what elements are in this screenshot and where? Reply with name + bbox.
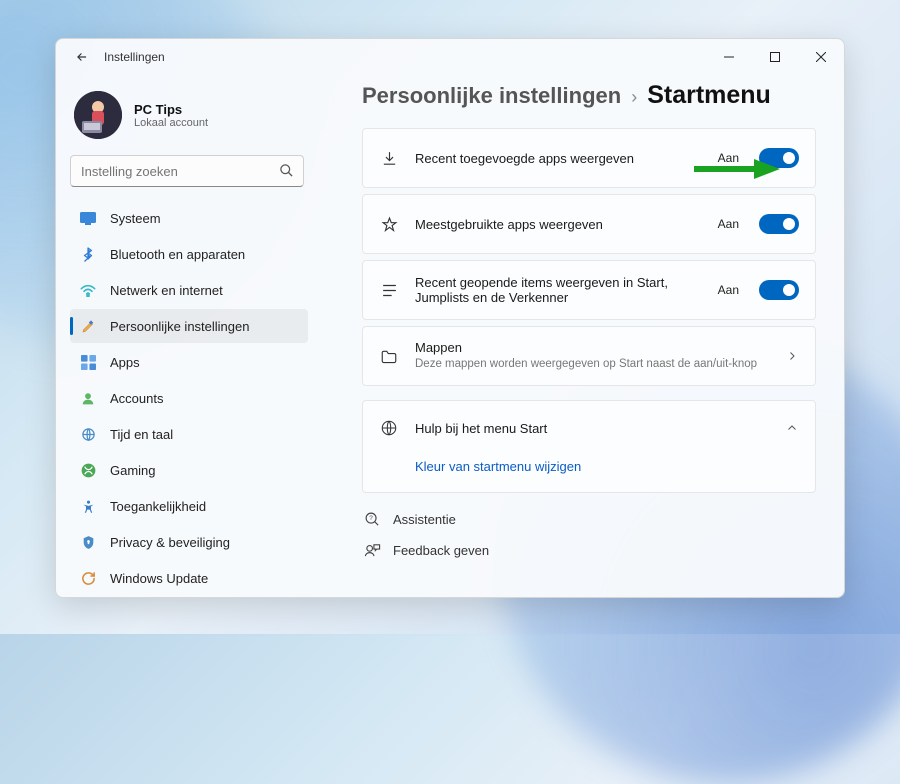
sidebar-item-label: Privacy & beveiliging [110,535,230,550]
toggle-recent-apps[interactable] [759,148,799,168]
star-icon [379,216,399,233]
close-icon [816,52,826,62]
close-button[interactable] [798,39,844,75]
sidebar-item-windows-update[interactable]: Windows Update [70,561,308,595]
toggle-state: Aan [718,217,739,231]
footer-link-label: Feedback geven [393,543,489,558]
main-panel: Persoonlijke instellingen › Startmenu Re… [314,75,844,597]
sidebar-item-label: Bluetooth en apparaten [110,247,245,262]
sidebar-item-bluetooth[interactable]: Bluetooth en apparaten [70,237,308,271]
sidebar-item-accessibility[interactable]: Toegankelijkheid [70,489,308,523]
sidebar-item-label: Gaming [110,463,156,478]
sidebar-item-label: Toegankelijkheid [110,499,206,514]
setting-recent-apps: Recent toegevoegde apps weergeven Aan [362,128,816,188]
wifi-icon [80,282,96,298]
setting-most-used: Meestgebruikte apps weergeven Aan [362,194,816,254]
search-wrap [70,155,304,187]
toggle-state: Aan [718,283,739,297]
page-title: Startmenu [647,81,771,110]
sidebar-item-label: Persoonlijke instellingen [110,319,249,334]
setting-title: Meestgebruikte apps weergeven [415,217,702,232]
setting-title: Recent toegevoegde apps weergeven [415,151,702,166]
maximize-button[interactable] [752,39,798,75]
footer-feedback[interactable]: Feedback geven [364,542,816,559]
minimize-icon [724,52,734,62]
toggle-state: Aan [718,151,739,165]
update-icon [80,570,96,586]
setting-title: Mappen [415,340,769,355]
help-card: Hulp bij het menu Start Kleur van startm… [362,400,816,493]
sidebar-item-label: Tijd en taal [110,427,173,442]
assist-icon: ? [364,511,381,528]
sidebar-item-label: Windows Update [110,571,208,586]
search-input[interactable] [70,155,304,187]
shield-icon [80,534,96,550]
toggle-recent-items[interactable] [759,280,799,300]
sidebar-item-system[interactable]: Systeem [70,201,308,235]
sidebar-item-label: Apps [110,355,140,370]
window-title: Instellingen [104,50,165,64]
setting-subtitle: Deze mappen worden weergegeven op Start … [415,357,769,372]
breadcrumb-separator: › [631,87,637,108]
titlebar: Instellingen [56,39,844,75]
globe-help-icon [379,419,399,437]
accessibility-icon [80,498,96,514]
download-icon [379,150,399,167]
xbox-icon [80,462,96,478]
minimize-button[interactable] [706,39,752,75]
sidebar-item-accounts[interactable]: Accounts [70,381,308,415]
sidebar-item-gaming[interactable]: Gaming [70,453,308,487]
avatar [74,91,122,139]
help-title: Hulp bij het menu Start [415,421,769,436]
globe-clock-icon [80,426,96,442]
breadcrumb: Persoonlijke instellingen › Startmenu [362,81,816,110]
content-area: PC Tips Lokaal account Systeem Bluetooth… [56,75,844,597]
feedback-icon [364,542,381,559]
list-icon [379,283,399,298]
chevron-right-icon [785,350,799,362]
settings-window: Instellingen PC Tips Lokaal account [55,38,845,598]
sidebar-item-time-language[interactable]: Tijd en taal [70,417,308,451]
sidebar-item-label: Netwerk en internet [110,283,223,298]
footer-links: ? Assistentie Feedback geven [362,511,816,559]
help-expander[interactable]: Hulp bij het menu Start [363,401,815,455]
toggle-most-used[interactable] [759,214,799,234]
user-subtitle: Lokaal account [134,117,208,129]
back-button[interactable] [70,45,94,69]
folder-icon [379,349,399,364]
setting-recent-items: Recent geopende items weergeven in Start… [362,260,816,320]
system-icon [80,210,96,226]
user-profile[interactable]: PC Tips Lokaal account [70,85,314,155]
nav: Systeem Bluetooth en apparaten Netwerk e… [70,201,314,595]
paintbrush-icon [80,318,96,334]
person-icon [80,390,96,406]
user-name: PC Tips [134,102,208,117]
maximize-icon [770,52,780,62]
window-controls [706,39,844,75]
chevron-up-icon [785,422,799,434]
footer-assist[interactable]: ? Assistentie [364,511,816,528]
sidebar-item-label: Accounts [110,391,163,406]
help-link-color[interactable]: Kleur van startmenu wijzigen [363,455,815,492]
setting-folders[interactable]: Mappen Deze mappen worden weergegeven op… [362,326,816,386]
sidebar-item-apps[interactable]: Apps [70,345,308,379]
sidebar-item-network[interactable]: Netwerk en internet [70,273,308,307]
svg-text:?: ? [369,515,373,522]
setting-title: Recent geopende items weergeven in Start… [415,275,702,305]
sidebar-item-label: Systeem [110,211,161,226]
footer-link-label: Assistentie [393,512,456,527]
bluetooth-icon [80,246,96,262]
back-arrow-icon [75,50,89,64]
sidebar-item-privacy[interactable]: Privacy & beveiliging [70,525,308,559]
apps-icon [80,354,96,370]
sidebar-item-personalization[interactable]: Persoonlijke instellingen [70,309,308,343]
breadcrumb-parent[interactable]: Persoonlijke instellingen [362,83,621,109]
sidebar: PC Tips Lokaal account Systeem Bluetooth… [56,75,314,597]
